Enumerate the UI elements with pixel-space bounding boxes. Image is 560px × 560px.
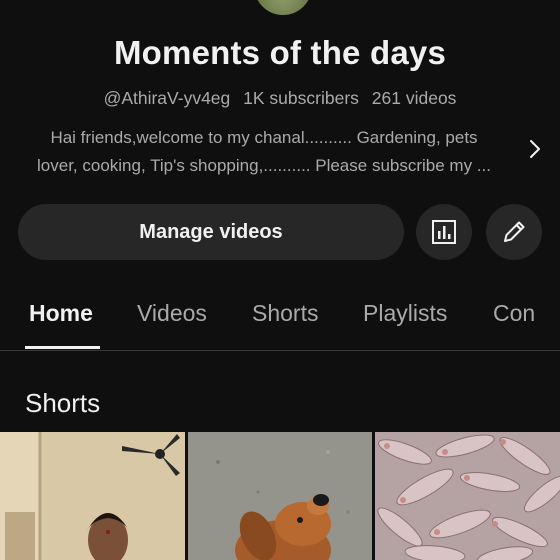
bar-chart-icon (432, 220, 456, 244)
shorts-section-title: Shorts (25, 388, 101, 418)
short-thumbnail[interactable] (375, 432, 560, 560)
channel-description[interactable]: Hai friends,welcome to my chanal........… (18, 124, 510, 180)
channel-avatar[interactable] (251, 0, 315, 18)
subscriber-count: 1K subscribers (243, 88, 359, 108)
tab-community[interactable]: Con (493, 300, 535, 327)
short-thumbnail-image (188, 432, 372, 560)
description-line-1: Hai friends,welcome to my chanal........… (50, 128, 478, 147)
short-thumbnail[interactable] (188, 432, 372, 560)
tab-videos[interactable]: Videos (137, 300, 207, 327)
chevron-right-icon[interactable] (524, 138, 546, 160)
video-count: 261 videos (371, 88, 457, 108)
short-thumbnail[interactable] (0, 432, 185, 560)
short-thumbnail-image (375, 432, 560, 560)
channel-tabs: Home Videos Shorts Playlists Con (0, 286, 560, 351)
pencil-icon (504, 221, 525, 242)
tab-home[interactable]: Home (29, 300, 93, 327)
active-tab-indicator (25, 346, 100, 349)
channel-meta: @AthiraV-yv4eg 1K subscribers 261 videos (0, 88, 560, 109)
tab-shorts[interactable]: Shorts (252, 300, 318, 327)
channel-handle: @AthiraV-yv4eg (103, 88, 231, 108)
edit-channel-button[interactable] (486, 204, 542, 260)
manage-videos-label: Manage videos (139, 220, 283, 243)
manage-videos-button[interactable]: Manage videos (18, 204, 404, 260)
short-thumbnail-image (0, 432, 185, 560)
description-line-2: lover, cooking, Tip's shopping,.........… (37, 156, 491, 175)
channel-title: Moments of the days (113, 34, 446, 71)
analytics-button[interactable] (416, 204, 472, 260)
tab-playlists[interactable]: Playlists (363, 300, 447, 327)
